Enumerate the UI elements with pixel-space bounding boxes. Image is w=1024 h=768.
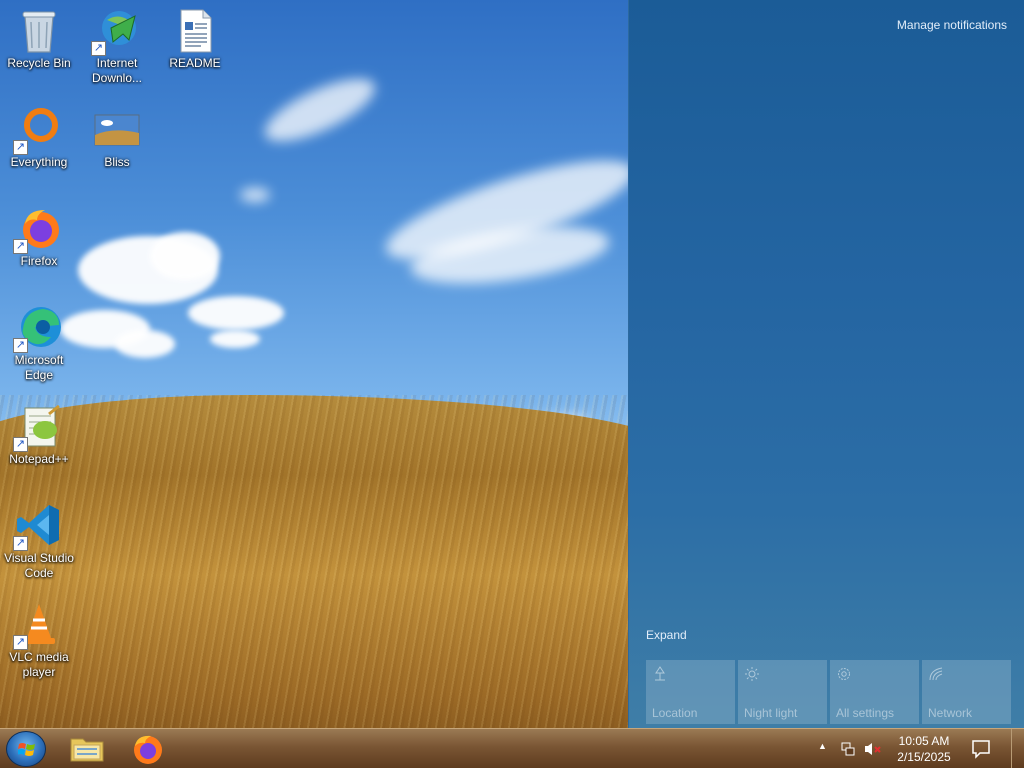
start-button[interactable] (6, 731, 46, 767)
shortcut-arrow-icon: ↗ (13, 536, 28, 551)
taskbar: ▲ 10:05 AM 2/15/2025 (0, 728, 1024, 768)
notepadpp-icon: ↗ (13, 402, 63, 452)
quick-action-network[interactable]: Network (922, 660, 1011, 724)
taskbar-file-explorer[interactable] (62, 731, 112, 767)
desktop-icon-readme[interactable]: README (156, 0, 234, 71)
file-explorer-icon (70, 738, 104, 762)
desktop-icon-label: Firefox (20, 254, 58, 268)
desktop-icon-recycle-bin[interactable]: Recycle Bin (0, 0, 78, 71)
night-light-icon (744, 666, 762, 684)
desktop-icon-internet-download-manager[interactable]: ↗ Internet Downlo... (78, 0, 156, 86)
show-desktop-button[interactable] (1011, 729, 1024, 768)
quick-action-label: Night light (744, 706, 798, 720)
action-center-button[interactable] (966, 735, 996, 763)
shortcut-arrow-icon: ↗ (91, 41, 106, 56)
vlc-icon: ↗ (13, 600, 63, 650)
shortcut-arrow-icon: ↗ (13, 140, 28, 155)
clock-date: 2/15/2025 (897, 750, 951, 764)
firefox-icon: ↗ (13, 204, 63, 254)
desktop-icon-label: Microsoft Edge (14, 353, 64, 382)
show-hidden-icons-button[interactable]: ▲ (818, 741, 830, 753)
firefox-icon (134, 735, 162, 764)
recycle-bin-icon (15, 6, 63, 54)
desktop-icon-firefox[interactable]: ↗ Firefox (0, 198, 78, 269)
desktop-icon-label: Visual Studio Code (4, 551, 74, 580)
manage-notifications-link[interactable]: Manage notifications (897, 18, 1007, 32)
desktop-icon-microsoft-edge[interactable]: ↗ Microsoft Edge (0, 297, 78, 383)
clock-time: 10:05 AM (898, 734, 950, 748)
network-icon (928, 666, 946, 684)
shortcut-arrow-icon: ↗ (13, 239, 28, 254)
notification-icon (972, 740, 990, 759)
desktop-icon-visual-studio-code[interactable]: ↗ Visual Studio Code (0, 495, 78, 581)
taskbar-clock[interactable]: 10:05 AM 2/15/2025 (888, 733, 960, 765)
shortcut-arrow-icon: ↗ (13, 635, 28, 650)
quick-action-location[interactable]: Location (646, 660, 735, 724)
desktop-icon-label: Bliss (104, 155, 130, 169)
network-wired-icon[interactable] (840, 741, 856, 757)
everything-search-icon: ↗ (13, 105, 63, 155)
quick-action-night-light[interactable]: Night light (738, 660, 827, 724)
desktop-icon-label: Everything (10, 155, 68, 169)
settings-gear-icon (836, 666, 854, 684)
desktop-icon-vlc[interactable]: ↗ VLC media player (0, 594, 78, 680)
shortcut-arrow-icon: ↗ (13, 338, 28, 353)
quick-action-label: All settings (836, 706, 895, 720)
desktop-icon-label: Recycle Bin (7, 56, 71, 70)
internet-download-manager-icon: ↗ (91, 6, 141, 56)
shortcut-arrow-icon: ↗ (13, 437, 28, 452)
volume-muted-icon[interactable] (864, 741, 882, 757)
expand-quick-actions-link[interactable]: Expand (646, 628, 687, 642)
vscode-icon: ↗ (13, 501, 63, 551)
quick-action-label: Network (928, 706, 973, 720)
location-icon (652, 666, 670, 684)
desktop-icon-label: Internet Downlo... (91, 56, 143, 85)
image-icon (93, 105, 141, 153)
windows-logo-icon (18, 743, 35, 756)
quick-action-label: Location (652, 706, 698, 720)
document-icon (171, 6, 219, 54)
desktop-icon-label: VLC media player (9, 650, 69, 679)
desktop-icon-notepadpp[interactable]: ↗ Notepad++ (0, 396, 78, 467)
edge-icon: ↗ (13, 303, 63, 353)
taskbar-firefox[interactable] (122, 731, 172, 767)
action-center-panel: Manage notifications Expand Location Nig… (628, 0, 1024, 728)
desktop-icon-label: README (169, 56, 221, 70)
desktop-icon-bliss[interactable]: Bliss (78, 99, 156, 170)
quick-action-all-settings[interactable]: All settings (830, 660, 919, 724)
desktop-icon-everything[interactable]: ↗ Everything (0, 99, 78, 170)
desktop-icon-label: Notepad++ (9, 452, 69, 466)
